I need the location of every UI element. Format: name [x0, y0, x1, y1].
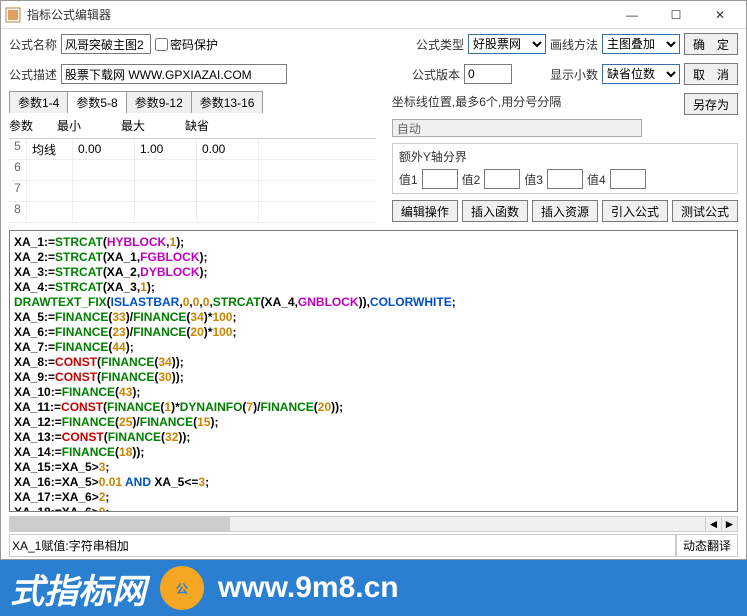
- param-row-number: 6: [9, 160, 27, 180]
- type-label: 公式类型: [416, 36, 464, 53]
- param-row-number: 8: [9, 202, 27, 222]
- edit-button[interactable]: 编辑操作: [392, 200, 458, 222]
- minimize-button[interactable]: —: [610, 1, 654, 29]
- coord-label: 坐标线位置,最多6个,用分号分隔: [392, 93, 678, 110]
- editor-window: 指标公式编辑器 — ☐ ✕ 公式名称 密码保护 公式类型 好股票网 画线方法 主…: [0, 0, 747, 560]
- close-button[interactable]: ✕: [698, 1, 742, 29]
- param-row: 8: [9, 202, 376, 223]
- param-max-input[interactable]: [137, 202, 194, 222]
- v3-label: 值3: [524, 171, 543, 188]
- password-checkbox[interactable]: 密码保护: [155, 36, 218, 53]
- translate-button[interactable]: 动态翻译: [676, 534, 738, 557]
- ok-button[interactable]: 确 定: [684, 33, 738, 55]
- v1-label: 值1: [399, 171, 418, 188]
- param-row: 6: [9, 160, 376, 181]
- param-def-input[interactable]: [199, 202, 256, 222]
- param-def-input[interactable]: [199, 181, 256, 201]
- draw-select[interactable]: 主图叠加: [602, 34, 680, 54]
- param-head-min: 最小: [57, 117, 119, 134]
- decimal-select[interactable]: 缺省位数: [602, 64, 680, 84]
- code-editor[interactable]: XA_1:=STRCAT(HYBLOCK,1); XA_2:=STRCAT(XA…: [9, 230, 738, 512]
- param-head-name: 参数: [9, 117, 55, 134]
- param-min-input[interactable]: [75, 181, 132, 201]
- banner-text-left: 式指标网: [10, 564, 146, 613]
- v4-input[interactable]: [610, 169, 646, 189]
- param-row-number: 5: [9, 139, 27, 159]
- banner-url: www.9m8.cn: [218, 571, 399, 605]
- test-button[interactable]: 测试公式: [672, 200, 738, 222]
- param-max-input[interactable]: [137, 160, 194, 180]
- window-title: 指标公式编辑器: [27, 6, 610, 23]
- saveas-button[interactable]: 另存为: [684, 93, 738, 115]
- tab-params-1-4[interactable]: 参数1-4: [9, 91, 68, 113]
- yaxis-label: 额外Y轴分界: [399, 148, 731, 165]
- param-row-number: 7: [9, 181, 27, 201]
- insert-func-button[interactable]: 插入函数: [462, 200, 528, 222]
- param-max-input[interactable]: [137, 139, 194, 159]
- yaxis-group: 额外Y轴分界 值1 值2 值3 值4: [392, 143, 738, 194]
- version-label: 公式版本: [412, 66, 460, 83]
- param-min-input[interactable]: [75, 202, 132, 222]
- param-min-input[interactable]: [75, 139, 132, 159]
- row-desc: 公式描述 公式版本 显示小数 缺省位数 取 消: [1, 59, 746, 89]
- coord-input[interactable]: 自动: [392, 119, 642, 137]
- param-name-input[interactable]: [29, 139, 70, 159]
- param-header: 参数 最小 最大 缺省: [1, 113, 384, 138]
- cancel-button[interactable]: 取 消: [684, 63, 738, 85]
- draw-label: 画线方法: [550, 36, 598, 53]
- horizontal-scrollbar[interactable]: ◄ ►: [9, 516, 738, 532]
- import-button[interactable]: 引入公式: [602, 200, 668, 222]
- desc-label: 公式描述: [9, 66, 57, 83]
- param-max-input[interactable]: [137, 181, 194, 201]
- version-input[interactable]: [464, 64, 512, 84]
- param-min-input[interactable]: [75, 160, 132, 180]
- v1-input[interactable]: [422, 169, 458, 189]
- tab-params-13-16[interactable]: 参数13-16: [191, 91, 264, 113]
- maximize-button[interactable]: ☐: [654, 1, 698, 29]
- param-def-input[interactable]: [199, 139, 256, 159]
- password-check[interactable]: [155, 38, 168, 51]
- titlebar: 指标公式编辑器 — ☐ ✕: [1, 1, 746, 29]
- formula-name-input[interactable]: [61, 34, 151, 54]
- param-name-input[interactable]: [29, 160, 70, 180]
- param-row: 5: [9, 139, 376, 160]
- status-text: XA_1赋值:字符串相加: [9, 534, 676, 557]
- insert-res-button[interactable]: 插入资源: [532, 200, 598, 222]
- param-def-input[interactable]: [199, 160, 256, 180]
- banner-logo-icon: 公: [160, 566, 204, 610]
- v2-input[interactable]: [484, 169, 520, 189]
- param-row: 7: [9, 181, 376, 202]
- type-select[interactable]: 好股票网: [468, 34, 546, 54]
- tab-params-5-8[interactable]: 参数5-8: [67, 91, 126, 113]
- param-grid: 5678: [9, 138, 376, 223]
- status-bar: XA_1赋值:字符串相加 动态翻译: [1, 532, 746, 559]
- action-row: 编辑操作 插入函数 插入资源 引入公式 测试公式: [384, 196, 746, 226]
- footer-banner: 式指标网 公 www.9m8.cn: [0, 560, 747, 616]
- app-icon: [5, 7, 21, 23]
- param-head-max: 最大: [121, 117, 183, 134]
- decimal-label: 显示小数: [550, 66, 598, 83]
- param-name-input[interactable]: [29, 181, 70, 201]
- scroll-right-icon[interactable]: ►: [721, 517, 737, 531]
- param-tabs: 参数1-4 参数5-8 参数9-12 参数13-16: [1, 91, 384, 113]
- scrollbar-thumb[interactable]: [10, 517, 230, 531]
- param-head-def: 缺省: [185, 117, 247, 134]
- param-name-input[interactable]: [29, 202, 70, 222]
- tab-params-9-12[interactable]: 参数9-12: [126, 91, 192, 113]
- v3-input[interactable]: [547, 169, 583, 189]
- row-name: 公式名称 密码保护 公式类型 好股票网 画线方法 主图叠加 确 定: [1, 29, 746, 59]
- desc-input[interactable]: [61, 64, 287, 84]
- scroll-left-icon[interactable]: ◄: [705, 517, 721, 531]
- name-label: 公式名称: [9, 36, 57, 53]
- password-label: 密码保护: [170, 36, 218, 53]
- v4-label: 值4: [587, 171, 606, 188]
- v2-label: 值2: [462, 171, 481, 188]
